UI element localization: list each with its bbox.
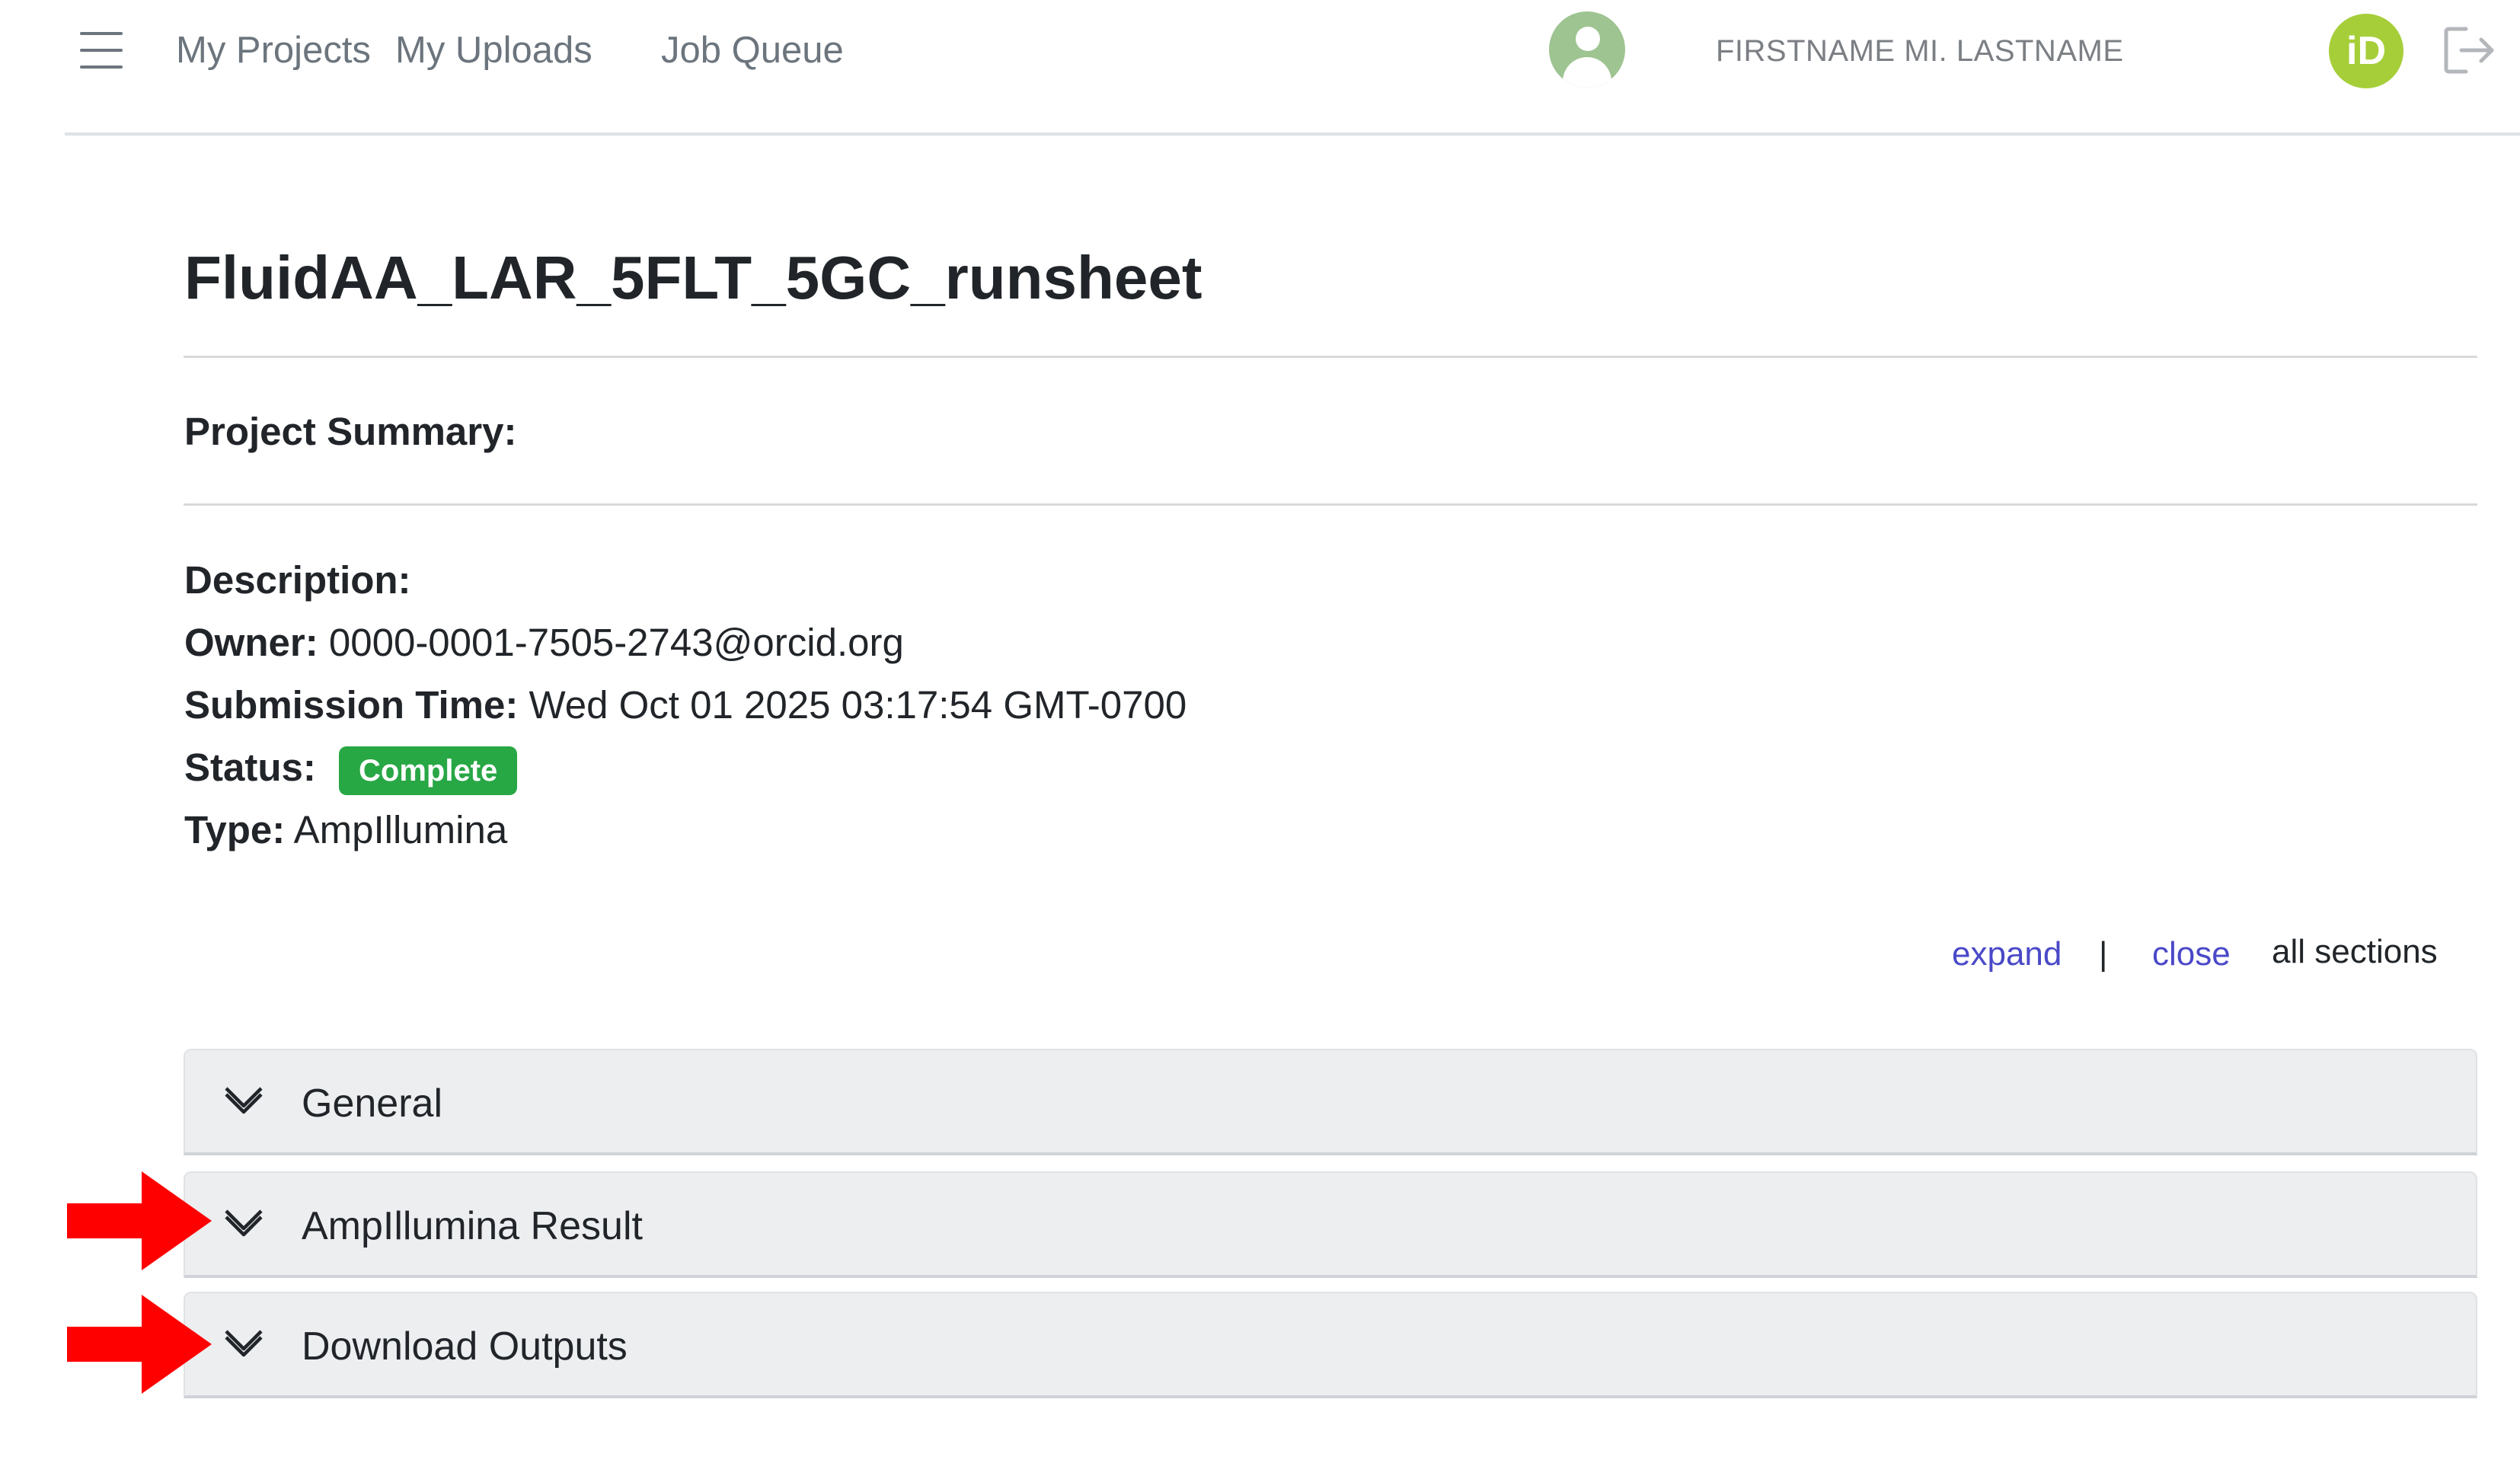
- logout-icon[interactable]: [2443, 26, 2496, 75]
- type-row: Type: AmpIllumina: [184, 806, 507, 855]
- description-label: Description:: [184, 558, 411, 602]
- top-navigation-bar: My Projects My Uploads Job Queue FIRSTNA…: [65, 0, 2520, 136]
- nav-my-uploads[interactable]: My Uploads: [395, 27, 592, 73]
- all-sections-label: all sections: [2272, 933, 2438, 970]
- submission-time-label: Submission Time:: [184, 683, 519, 727]
- close-all-link[interactable]: close: [2152, 933, 2231, 976]
- submission-time-row: Submission Time: Wed Oct 01 2025 03:17:5…: [184, 681, 1187, 730]
- username-label[interactable]: FIRSTNAME MI. LASTNAME: [1716, 32, 2124, 70]
- title-divider: [184, 356, 2477, 358]
- project-page: My Projects My Uploads Job Queue FIRSTNA…: [0, 0, 2520, 1476]
- status-badge: Complete: [339, 746, 518, 795]
- hamburger-menu-icon[interactable]: [80, 32, 123, 69]
- accordion-general[interactable]: General: [184, 1049, 2477, 1155]
- submission-time-value: Wed Oct 01 2025 03:17:54 GMT-0700: [529, 683, 1187, 727]
- accordion-download-outputs-label: Download Outputs: [302, 1324, 628, 1369]
- chevron-down-icon: [225, 1330, 263, 1357]
- red-arrow-icon: [67, 1295, 212, 1394]
- page-title: FluidAA_LAR_5FLT_5GC_runsheet: [184, 244, 1203, 311]
- nav-job-queue[interactable]: Job Queue: [661, 27, 844, 73]
- expand-all-link[interactable]: expand: [1952, 933, 2062, 976]
- orcid-icon[interactable]: iD: [2329, 14, 2403, 88]
- description-row: Description:: [184, 556, 411, 605]
- red-arrow-icon: [67, 1171, 212, 1270]
- accordion-download-outputs[interactable]: Download Outputs: [184, 1292, 2477, 1398]
- accordion-ampillumina-result-label: AmpIllumina Result: [302, 1204, 643, 1248]
- chevron-down-icon: [225, 1209, 263, 1237]
- status-label: Status:: [184, 746, 316, 789]
- owner-row: Owner: 0000-0001-7505-2743@orcid.org: [184, 618, 904, 667]
- type-label: Type:: [184, 808, 286, 851]
- accordion-general-label: General: [302, 1081, 442, 1126]
- nav-my-projects[interactable]: My Projects: [176, 27, 371, 73]
- accordion-ampillumina-result[interactable]: AmpIllumina Result: [184, 1171, 2477, 1278]
- owner-value: 0000-0001-7505-2743@orcid.org: [328, 621, 904, 664]
- owner-label: Owner:: [184, 621, 318, 664]
- section-controls-separator: |: [2099, 935, 2108, 973]
- summary-divider: [184, 503, 2477, 506]
- status-row: Status: Complete: [184, 743, 518, 795]
- chevron-down-icon: [225, 1087, 263, 1114]
- type-value: AmpIllumina: [293, 808, 508, 851]
- project-summary-label: Project Summary:: [184, 410, 517, 453]
- user-avatar-icon[interactable]: [1549, 11, 1625, 88]
